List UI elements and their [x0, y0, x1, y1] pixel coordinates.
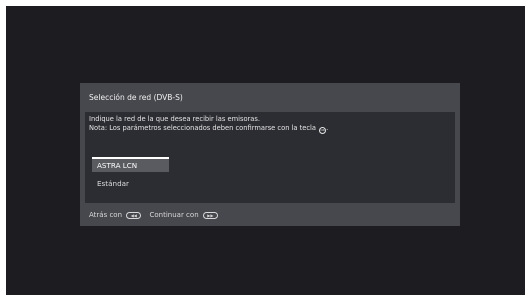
network-selection-dialog: Selección de red (DVB-S) Indique la red … — [80, 83, 460, 226]
instruction-note: Nota: Los parámetros seleccionados deben… — [89, 124, 317, 132]
instruction-text: Indique la red de la que desea recibir l… — [89, 115, 328, 134]
dialog-title: Selección de red (DVB-S) — [89, 93, 183, 102]
instruction-line-1: Indique la red de la que desea recibir l… — [89, 115, 260, 123]
back-label: Atrás con — [89, 211, 123, 219]
option-astra-lcn[interactable]: ASTRA LCN — [92, 157, 169, 172]
forward-key-icon[interactable]: ▶▶ — [202, 211, 218, 219]
dialog-footer: Atrás con ◀◀ Continuar con ▶▶ — [89, 210, 224, 220]
rewind-key-icon[interactable]: ◀◀ — [126, 211, 142, 219]
continue-label: Continuar con — [149, 211, 199, 219]
ok-key-icon: OK — [319, 127, 327, 134]
option-estandar[interactable]: Estándar — [92, 176, 169, 191]
tv-screen: Selección de red (DVB-S) Indique la red … — [6, 6, 525, 295]
instruction-line-2: Nota: Los parámetros seleccionados deben… — [89, 124, 329, 134]
dialog-body: Indique la red de la que desea recibir l… — [85, 112, 455, 203]
